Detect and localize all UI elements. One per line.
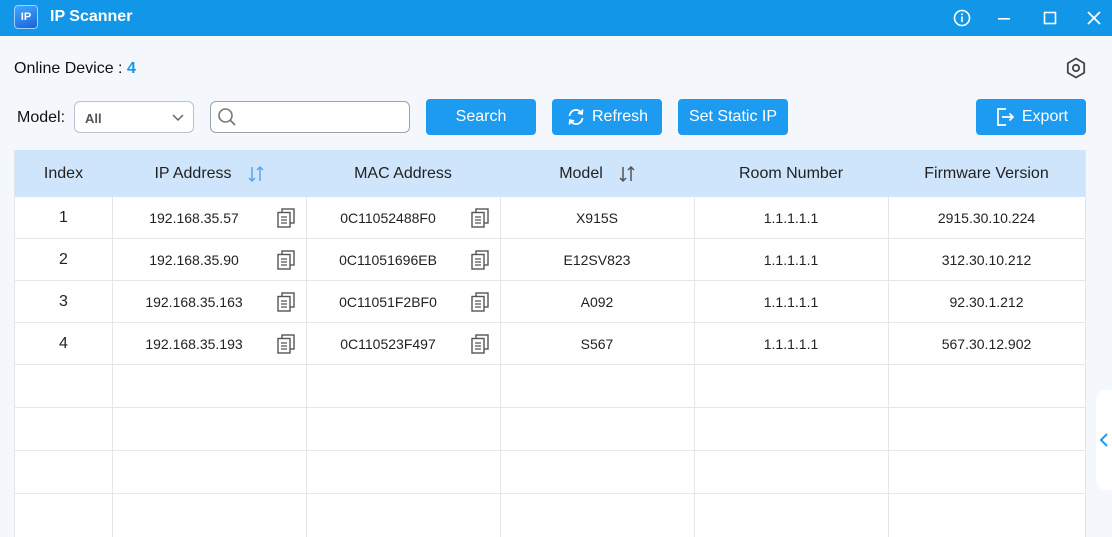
cell-room-number: 1.1.1.1.1 <box>763 252 819 268</box>
refresh-icon <box>568 109 584 125</box>
cell-mac-address: 0C11051F2BF0 <box>339 294 437 310</box>
info-icon <box>953 9 971 27</box>
column-header-ip-address[interactable]: IP Address <box>112 150 306 197</box>
copy-icon <box>471 334 489 354</box>
search-button[interactable]: Search <box>426 99 536 135</box>
cell-index: 3 <box>59 293 68 310</box>
copy-mac-button[interactable] <box>470 334 490 354</box>
column-header-label: Model <box>559 164 603 182</box>
table-row[interactable]: 1 192.168.35.57 0C11052488F0 X915S 1.1.1… <box>15 197 1085 239</box>
column-header-firmware-version: Firmware Version <box>888 150 1085 197</box>
search-input[interactable] <box>243 106 403 128</box>
search-icon <box>218 108 236 126</box>
online-device-text: Online Device : <box>14 60 127 77</box>
copy-icon <box>277 334 295 354</box>
cell-model: E12SV823 <box>563 252 631 268</box>
copy-icon <box>471 292 489 312</box>
cell-ip-address: 192.168.35.193 <box>145 336 243 352</box>
export-icon <box>997 108 1015 126</box>
copy-mac-button[interactable] <box>470 208 490 228</box>
minimize-icon <box>998 18 1010 20</box>
set-static-ip-label: Set Static IP <box>688 108 778 125</box>
cell-firmware-version: 92.30.1.212 <box>949 294 1024 310</box>
empty-table-row <box>15 365 1085 408</box>
model-select[interactable]: All <box>74 101 194 133</box>
copy-ip-button[interactable] <box>276 250 296 270</box>
copy-icon <box>471 208 489 228</box>
copy-mac-button[interactable] <box>470 250 490 270</box>
column-header-room-number: Room Number <box>694 150 888 197</box>
sort-icon <box>619 165 635 182</box>
model-select-value: All <box>85 111 102 126</box>
close-button[interactable] <box>1081 5 1107 31</box>
copy-icon <box>277 250 295 270</box>
set-static-ip-button[interactable]: Set Static IP <box>678 99 788 135</box>
copy-mac-button[interactable] <box>470 292 490 312</box>
column-header-label: Room Number <box>738 164 844 182</box>
empty-table-row <box>15 408 1085 451</box>
device-table: Index IP Address MAC Address Model Room … <box>14 150 1086 537</box>
app-title: IP Scanner <box>50 8 133 25</box>
cell-model: A092 <box>580 294 614 310</box>
online-device-label: Online Device : 4 <box>14 60 136 78</box>
copy-icon <box>471 250 489 270</box>
settings-button[interactable] <box>1063 55 1089 81</box>
column-header-label: Index <box>43 164 84 182</box>
cell-firmware-version: 2915.30.10.224 <box>937 210 1036 226</box>
chevron-down-icon <box>172 114 184 122</box>
column-header-index: Index <box>15 150 112 197</box>
cell-room-number: 1.1.1.1.1 <box>763 336 819 352</box>
close-icon <box>1087 11 1101 25</box>
table-row[interactable]: 4 192.168.35.193 0C110523F497 S567 1.1.1… <box>15 323 1085 365</box>
search-button-label: Search <box>455 108 507 125</box>
app-logo: IP <box>14 5 38 29</box>
sort-icon <box>248 165 264 182</box>
copy-ip-button[interactable] <box>276 208 296 228</box>
model-label: Model: <box>17 109 66 126</box>
export-button[interactable]: Export <box>976 99 1086 135</box>
refresh-button[interactable]: Refresh <box>552 99 662 135</box>
table-row[interactable]: 2 192.168.35.90 0C11051696EB E12SV823 1.… <box>15 239 1085 281</box>
cell-firmware-version: 312.30.10.212 <box>941 252 1032 268</box>
info-button[interactable] <box>949 5 975 31</box>
cell-mac-address: 0C11051696EB <box>339 252 437 268</box>
cell-room-number: 1.1.1.1.1 <box>763 294 819 310</box>
side-panel-toggle[interactable] <box>1096 390 1112 490</box>
empty-table-row <box>15 494 1085 537</box>
copy-icon <box>277 208 295 228</box>
cell-ip-address: 192.168.35.163 <box>145 294 243 310</box>
cell-model: S567 <box>580 336 614 352</box>
cell-mac-address: 0C11052488F0 <box>340 210 436 226</box>
column-header-model[interactable]: Model <box>500 150 694 197</box>
title-bar: IP IP Scanner <box>0 0 1112 36</box>
export-button-label: Export <box>1021 108 1069 125</box>
column-header-mac-address: MAC Address <box>306 150 500 197</box>
chevron-left-icon <box>1099 433 1108 447</box>
column-header-label: Firmware Version <box>924 164 1049 182</box>
cell-index: 1 <box>59 209 68 226</box>
table-header: Index IP Address MAC Address Model Room … <box>15 150 1085 197</box>
cell-ip-address: 192.168.35.90 <box>149 252 239 268</box>
cell-index: 2 <box>59 251 68 268</box>
cell-room-number: 1.1.1.1.1 <box>763 210 819 226</box>
online-device-count: 4 <box>126 60 136 77</box>
cell-firmware-version: 567.30.12.902 <box>941 336 1032 352</box>
search-field[interactable] <box>210 101 410 133</box>
settings-icon <box>1066 57 1086 79</box>
minimize-button[interactable] <box>991 5 1017 31</box>
maximize-button[interactable] <box>1037 5 1063 31</box>
copy-icon <box>277 292 295 312</box>
column-header-label: IP Address <box>154 164 232 182</box>
refresh-button-label: Refresh <box>591 108 649 125</box>
cell-index: 4 <box>59 335 68 352</box>
column-header-label: MAC Address <box>354 164 452 182</box>
table-row[interactable]: 3 192.168.35.163 0C11051F2BF0 A092 1.1.1… <box>15 281 1085 323</box>
copy-ip-button[interactable] <box>276 292 296 312</box>
copy-ip-button[interactable] <box>276 334 296 354</box>
cell-model: X915S <box>575 210 619 226</box>
cell-mac-address: 0C110523F497 <box>340 336 436 352</box>
cell-ip-address: 192.168.35.57 <box>149 210 239 226</box>
empty-table-row <box>15 451 1085 494</box>
maximize-icon <box>1043 11 1057 25</box>
